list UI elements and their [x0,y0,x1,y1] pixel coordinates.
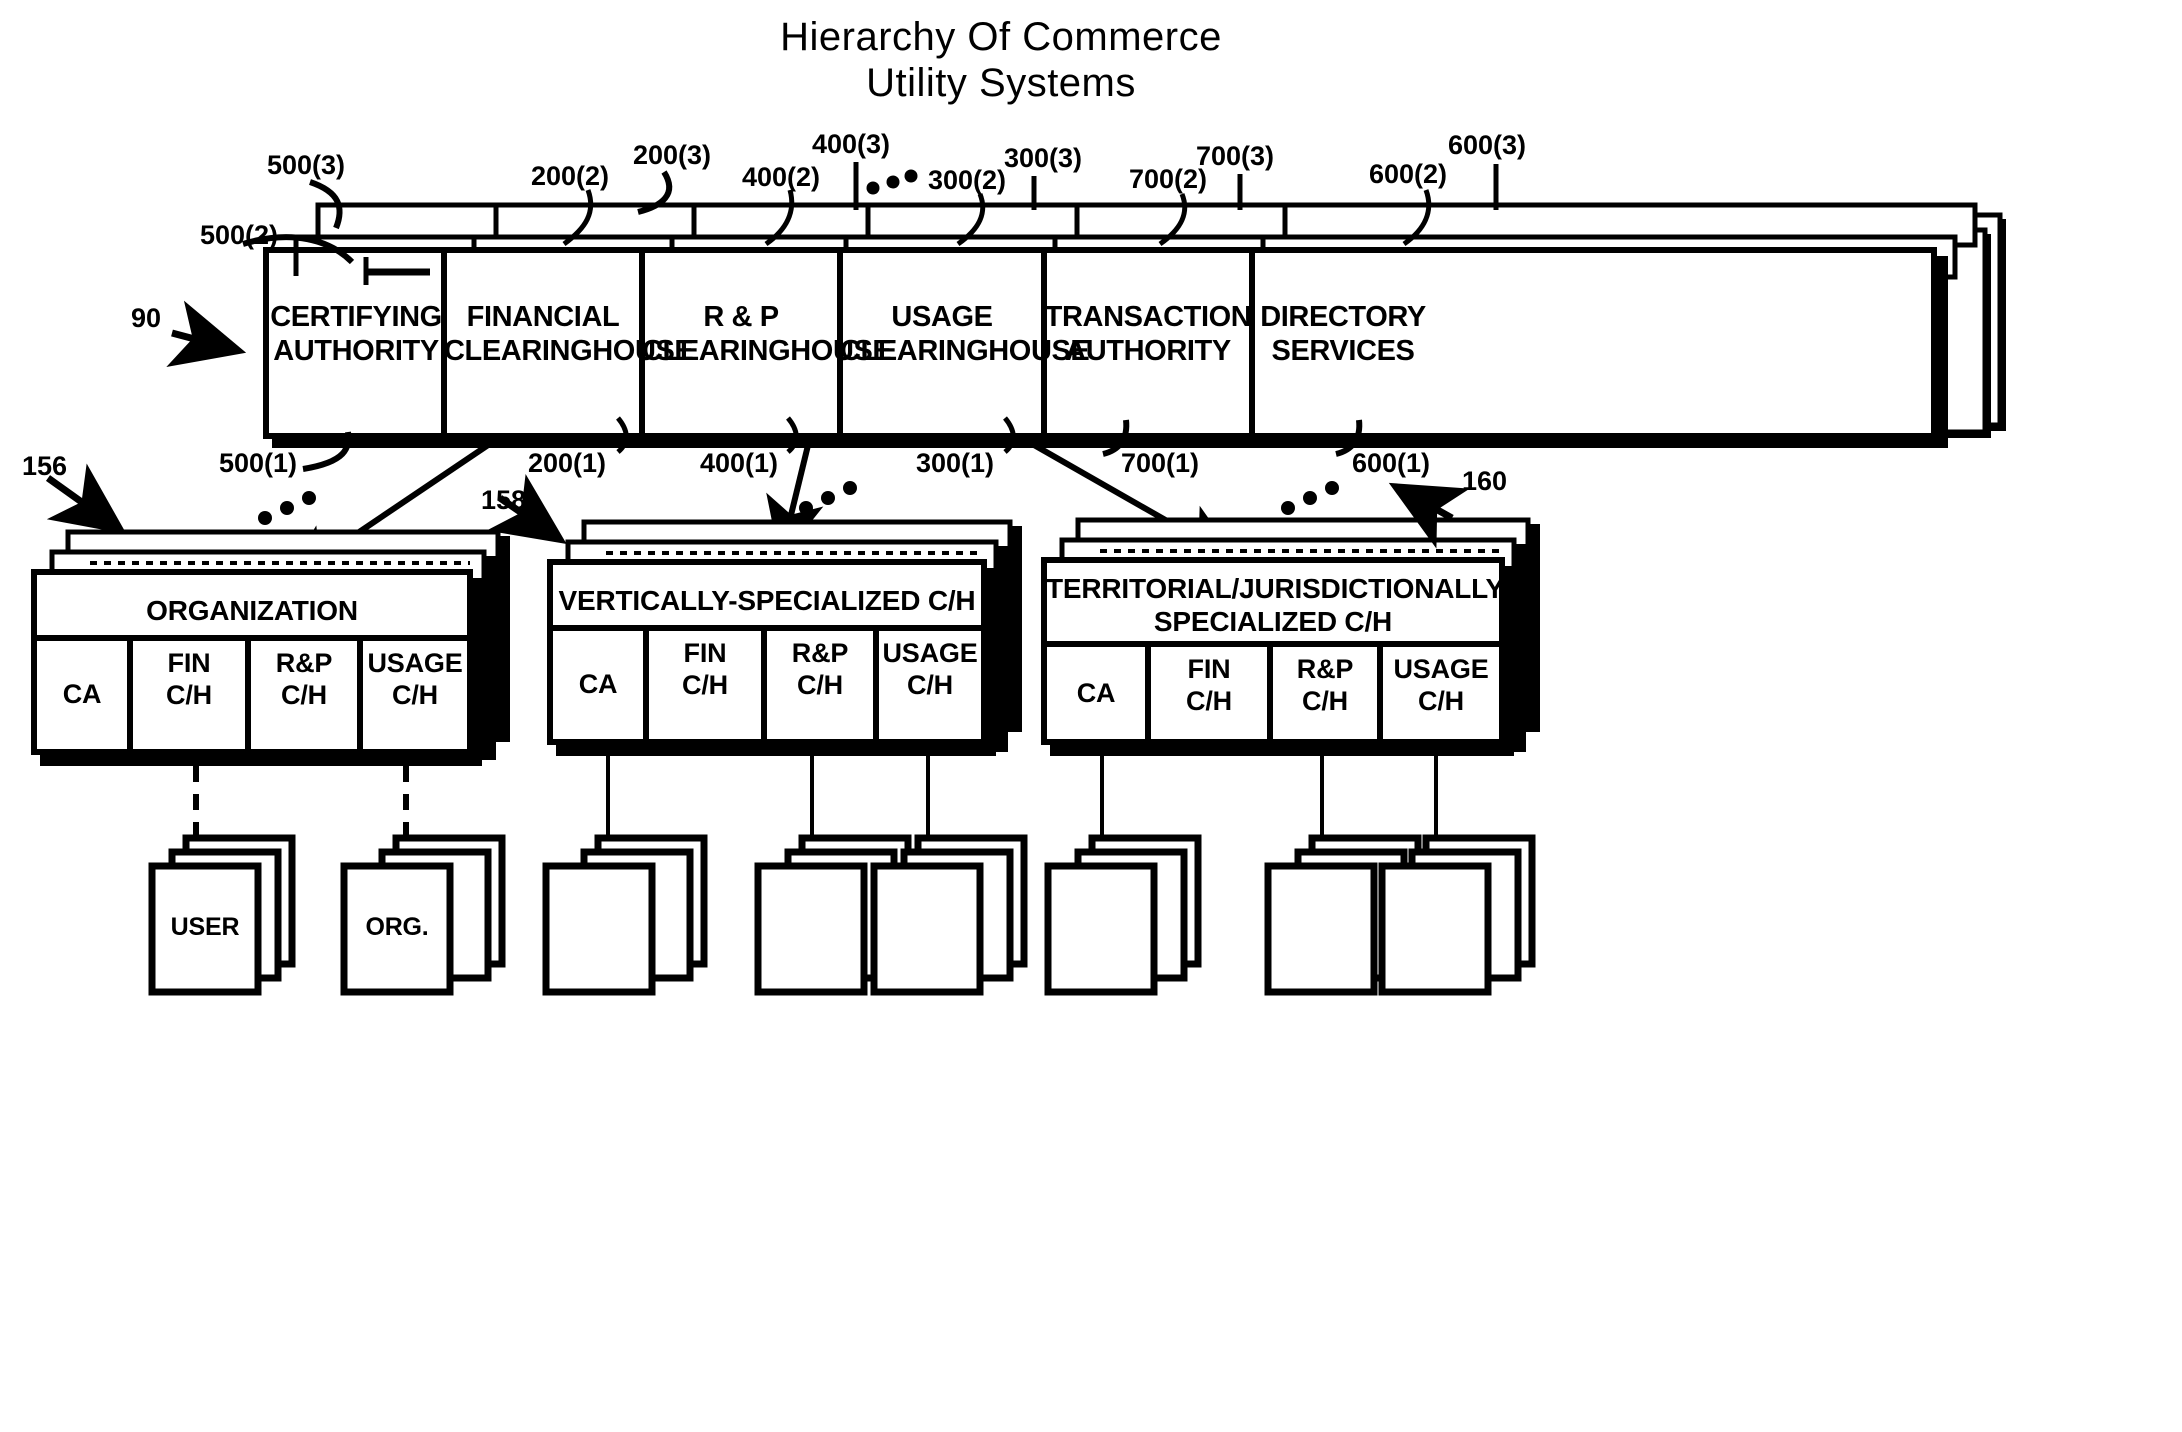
cell-vertical-rp: R&P C/H [791,638,849,700]
ref-300-1: 300(1) [916,448,995,478]
leaf-label-org: ORG. [365,913,429,941]
cell-territorial-fin: FIN C/H [1186,654,1232,716]
ref-700-1: 700(1) [1121,448,1200,478]
leaf-label-user: USER [170,913,240,941]
ref-160: 160 [1462,466,1508,496]
cell-territorial-ca: CA [1076,678,1116,708]
ellipsis-dot [886,175,900,189]
ref-400-2: 400(2) [742,162,821,192]
ref-300-2: 300(2) [928,165,1007,195]
ref-158: 158 [481,485,527,515]
ref-500-1: 500(1) [219,448,298,478]
box-transaction-authority: TRANSACTION AUTHORITY [1044,301,1252,368]
cell-vertical-ca: CA [578,669,618,699]
box-certifying-authority: CERTIFYING AUTHORITY [270,301,442,368]
box-usage-clearinghouse: USAGE CLEARINGHOUSE [840,301,1090,368]
ref-200-2: 200(2) [531,161,610,191]
ref-200-3: 200(3) [633,140,712,170]
leaf-stack-4 [1044,834,1202,996]
cell-vertical-fin: FIN C/H [682,638,728,700]
cell-organization-ca: CA [62,679,102,709]
ref-400-1: 400(1) [700,448,779,478]
page-title: Hierarchy Of Commerce Utility Systems [691,14,1311,106]
ref-500-2: 500(2) [200,220,279,250]
cell-vertical-usage: USAGE C/H [882,638,978,700]
cell-organization-fin: FIN C/H [166,648,212,710]
cell-territorial-usage: USAGE C/H [1393,654,1489,716]
page-title-line2: Utility Systems [866,61,1136,105]
leaf-stack-1 [542,834,708,996]
ref-700-3: 700(3) [1196,141,1275,171]
leader-156 [45,463,127,535]
group-header-organization: ORGANIZATION [146,595,358,626]
leader-90 [166,300,247,367]
ref-156: 156 [22,451,68,481]
ref-500-3: 500(3) [267,150,346,180]
ellipsis-dot [904,169,918,183]
ref-90: 90 [131,303,162,333]
vertical-group-art [486,473,1022,756]
diagram-canvas: Hierarchy Of Commerce Utility Systems 50… [0,0,2182,1432]
ref-600-1: 600(1) [1352,448,1431,478]
box-financial-clearinghouse: FINANCIAL CLEARINGHOUSE [444,301,694,368]
cell-territorial-rp: R&P C/H [1296,654,1354,716]
ref-200-1: 200(1) [528,448,607,478]
box-directory-services: DIRECTORY SERVICES [1260,301,1426,368]
group-header-vertical: VERTICALLY-SPECIALIZED C/H [558,585,976,616]
ref-600-2: 600(2) [1369,159,1448,189]
group-header-territorial: TERRITORIAL/JURISDICTIONALLY SPECIALIZED… [1046,573,1504,638]
box-rp-clearinghouse: R & P CLEARINGHOUSE [642,301,892,368]
leader-160 [1388,482,1470,549]
cell-organization-usage: USAGE C/H [367,648,463,710]
ref-600-3: 600(3) [1448,130,1527,160]
ref-400-3: 400(3) [812,129,891,159]
cell-organization-rp: R&P C/H [275,648,333,710]
page-title-line1: Hierarchy Of Commerce [780,15,1222,59]
ref-300-3: 300(3) [1004,143,1083,173]
diagram-artwork [31,162,2006,996]
ellipsis-dot [866,181,880,195]
